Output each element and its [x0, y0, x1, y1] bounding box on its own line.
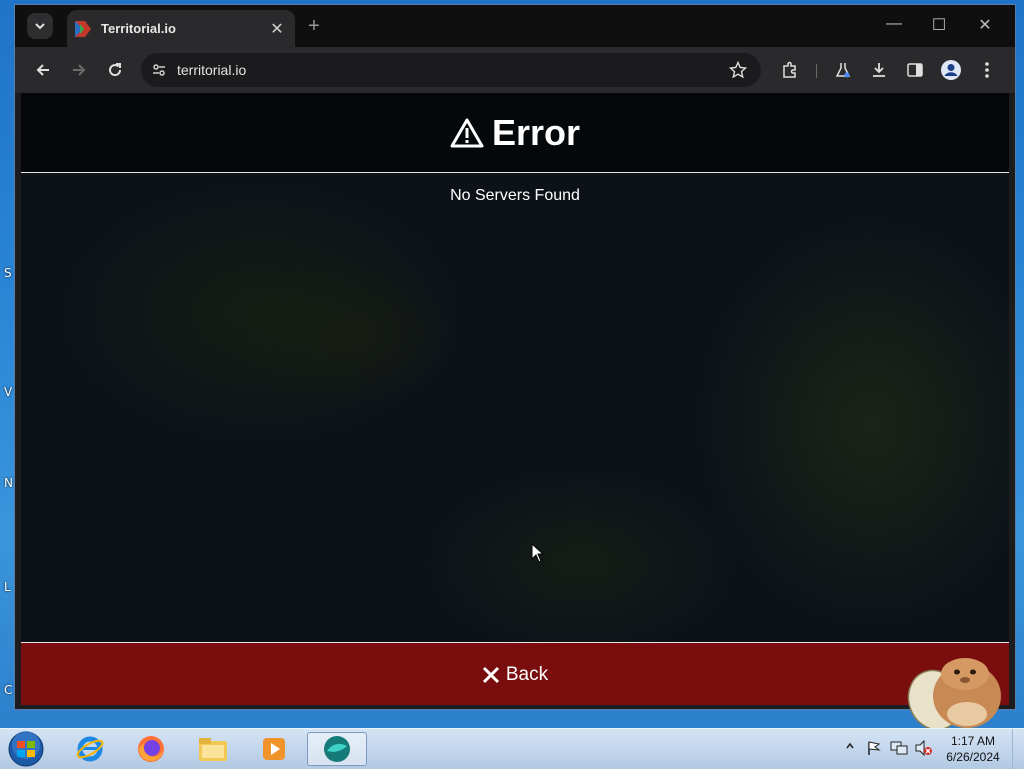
warning-triangle-icon	[450, 118, 484, 147]
browser-taskbar-button[interactable]	[307, 732, 367, 766]
network-icon[interactable]	[890, 740, 908, 756]
clock-date: 6/26/2024	[946, 750, 1000, 764]
bookmark-star-icon[interactable]	[729, 61, 747, 79]
tab-strip: Territorial.io ✕ + — ☐ ✕	[15, 5, 1015, 47]
extensions-icon[interactable]	[779, 59, 801, 81]
profile-avatar-icon[interactable]	[940, 59, 962, 81]
clock-time: 1:17 AM	[950, 734, 996, 748]
tab-search-button[interactable]	[27, 13, 53, 39]
start-orb-icon[interactable]	[6, 730, 46, 768]
hamster-sticker-image	[907, 658, 1001, 736]
chevron-down-icon	[35, 23, 45, 30]
error-message: No Servers Found	[450, 187, 580, 204]
download-icon[interactable]	[868, 59, 890, 81]
browser-toolbar: territorial.io	[15, 47, 1015, 93]
volume-muted-icon[interactable]	[914, 740, 932, 756]
forward-arrow-icon[interactable]	[68, 59, 90, 81]
error-title: Error	[450, 112, 580, 154]
window-close-icon[interactable]: ✕	[974, 15, 996, 35]
menu-kebab-icon[interactable]	[976, 59, 998, 81]
firefox-icon[interactable]	[129, 732, 173, 766]
mouse-cursor-icon	[531, 543, 545, 563]
windows-taskbar: 1:17 AM 6/26/2024	[0, 728, 1024, 769]
show-hidden-icons-icon[interactable]	[845, 741, 855, 751]
side-panel-icon[interactable]	[904, 59, 926, 81]
url-text: territorial.io	[177, 62, 247, 78]
tab-territorial[interactable]: Territorial.io ✕	[67, 10, 295, 47]
back-arrow-icon[interactable]	[32, 59, 54, 81]
desktop-icon-label: V	[4, 385, 13, 399]
page-viewport: Error No Servers Found Back	[21, 93, 1009, 705]
back-button-label: Back	[505, 663, 549, 685]
new-tab-icon[interactable]: +	[303, 15, 325, 38]
tab-close-icon[interactable]: ✕	[267, 19, 287, 39]
file-explorer-icon[interactable]	[191, 732, 235, 766]
browser-window: Territorial.io ✕ + — ☐ ✕ territorial.io	[14, 4, 1016, 710]
system-clock[interactable]: 1:17 AM 6/26/2024	[938, 733, 1008, 765]
maximize-icon[interactable]: ☐	[928, 15, 950, 35]
close-x-icon	[482, 666, 499, 683]
desktop-icon-label: S	[4, 266, 12, 280]
media-player-icon[interactable]	[252, 732, 296, 766]
error-title-text: Error	[491, 111, 581, 153]
show-desktop-button[interactable]	[1012, 729, 1024, 769]
labs-flask-icon[interactable]	[832, 59, 854, 81]
reload-icon[interactable]	[104, 59, 126, 81]
desktop-icon-label: N	[4, 476, 13, 490]
desktop-icon-label: L	[4, 580, 11, 594]
tab-title: Territorial.io	[101, 21, 176, 36]
minimize-icon[interactable]: —	[883, 15, 905, 33]
desktop-icon-label: C	[4, 683, 13, 697]
action-center-flag-icon[interactable]	[866, 740, 882, 756]
internet-explorer-icon[interactable]	[68, 732, 112, 766]
back-button[interactable]: Back	[21, 642, 1009, 705]
toolbar-separator	[816, 64, 817, 78]
territorial-flag-icon	[75, 20, 91, 37]
site-settings-icon[interactable]	[151, 62, 167, 78]
error-header: Error	[21, 93, 1009, 173]
address-bar[interactable]: territorial.io	[141, 53, 761, 87]
